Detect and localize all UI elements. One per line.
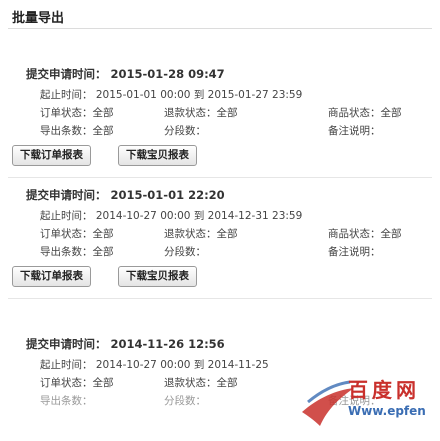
order-status: 订单状态：全部: [40, 377, 114, 389]
remark: 备注说明：: [328, 125, 381, 137]
refund-status: 退款状态：全部: [164, 228, 238, 240]
goods-status: 商品状态：全部: [328, 228, 402, 240]
download-goods-button[interactable]: 下载宝贝报表: [118, 266, 197, 287]
parts-count: 分段数：: [164, 246, 206, 258]
remark: 备注说明：: [328, 246, 381, 258]
pay-status: 导出条数：全部: [40, 246, 114, 258]
order-status: 订单状态：全部: [40, 228, 114, 240]
submit-time-row: 提交申请时间： 2015-01-28 09:47: [26, 67, 225, 81]
title-divider: [8, 28, 432, 29]
submit-time-row: 提交申请时间： 2015-01-01 22:20: [26, 188, 225, 202]
parts-count: 分段数：: [164, 395, 206, 407]
site-watermark: 百度网 Www.epfen: [300, 368, 440, 436]
record-divider: [8, 298, 432, 299]
time-range-row: 起止时间： 2015-01-01 00:00 到 2015-01-27 23:5…: [40, 89, 303, 101]
download-orders-button[interactable]: 下载订单报表: [12, 145, 91, 166]
submit-time: 2014-11-26 12:56: [110, 337, 225, 351]
goods-status: 商品状态：全部: [328, 107, 402, 119]
download-goods-button[interactable]: 下载宝贝报表: [118, 145, 197, 166]
download-orders-button[interactable]: 下载订单报表: [12, 266, 91, 287]
submit-time-row: 提交申请时间： 2014-11-26 12:56: [26, 337, 225, 351]
submit-time: 2015-01-01 22:20: [110, 188, 225, 202]
pay-status: 导出条数：: [40, 395, 93, 407]
watermark-text-url: Www.epfen: [348, 404, 426, 418]
time-range-row: 起止时间： 2014-10-27 00:00 到 2014-12-31 23:5…: [40, 210, 303, 222]
parts-count: 分段数：: [164, 125, 206, 137]
pay-status: 导出条数：全部: [40, 125, 114, 137]
refund-status: 退款状态：全部: [164, 107, 238, 119]
refund-status: 退款状态：全部: [164, 377, 238, 389]
page-title: 批量导出: [12, 11, 65, 26]
watermark-text-main: 百度网: [348, 378, 420, 402]
order-status: 订单状态：全部: [40, 107, 114, 119]
time-range-row: 起止时间： 2014-10-27 00:00 到 2014-11-25: [40, 359, 269, 371]
record-divider: [8, 177, 432, 178]
submit-time: 2015-01-28 09:47: [110, 67, 225, 81]
